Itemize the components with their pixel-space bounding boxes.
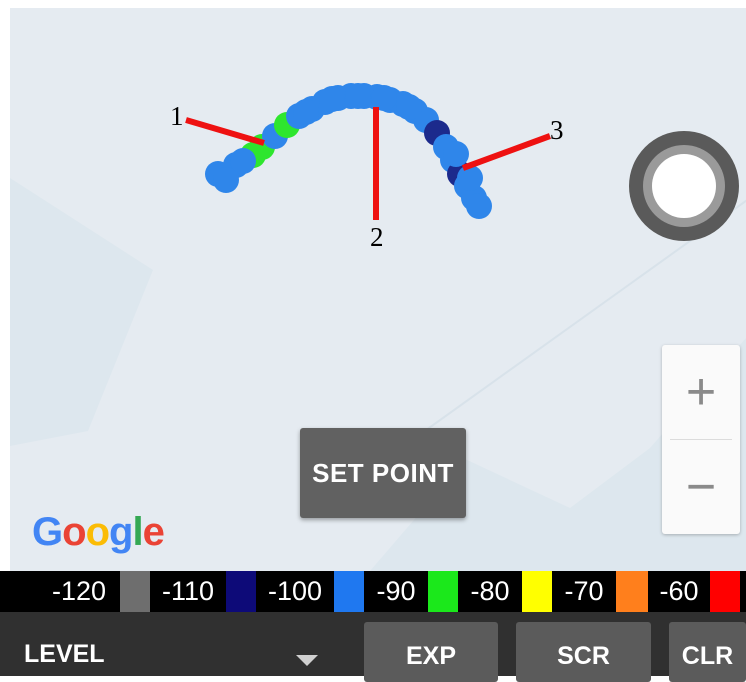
level-dropdown[interactable]: LEVEL [0,612,345,676]
legend-label-100: -100 [267,576,323,606]
track-point [443,141,469,167]
legend-swatch-60 [710,571,740,612]
annotation-label-2: 2 [370,222,384,252]
legend-label-70: -70 [564,576,604,606]
track-point [293,99,319,125]
track-point [457,165,483,191]
legend-label-120: -120 [51,576,107,606]
legend-swatch-100 [334,571,364,612]
exp-button[interactable]: EXP [364,622,498,682]
signal-legend: -120 -110 -100 -90 -80 -70 -60 [0,571,746,612]
google-logo-letter: g [109,510,133,554]
legend-label-80: -80 [470,576,510,606]
google-logo-letter: e [142,510,165,554]
set-point-button[interactable]: SET POINT [300,428,466,518]
track-point [319,86,345,112]
legend-swatch-90 [428,571,458,612]
legend-label-90: -90 [376,576,416,606]
legend-swatch-80 [522,571,552,612]
scr-button[interactable]: SCR [516,622,651,682]
location-marker[interactable] [629,131,739,241]
annotation-label-1: 1 [170,101,184,131]
bottom-toolbar: LEVEL EXP SCR CLR [0,612,746,682]
google-logo: Google [32,510,165,555]
google-logo-letter: o [62,510,86,554]
legend-label-110: -110 [161,576,215,606]
map-area-left [10,178,153,446]
location-marker-dot [652,154,716,218]
track-point [345,83,371,109]
track-point [396,94,422,120]
annotation-label-3: 3 [550,115,564,145]
google-logo-letter: G [32,510,63,554]
zoom-in-button[interactable]: + [662,345,740,439]
track-point [466,193,492,219]
legend-label-60: -60 [659,576,699,606]
track-point [230,148,256,174]
clr-button[interactable]: CLR [669,622,746,682]
legend-swatch-70 [616,571,648,612]
google-logo-letter: l [132,510,143,554]
track-point [371,85,397,111]
zoom-controls: + − [662,345,740,534]
dropdown-arrow-icon [296,655,318,666]
zoom-out-button[interactable]: − [662,440,740,534]
level-dropdown-label: LEVEL [24,640,105,668]
signal-track [205,83,492,219]
google-logo-letter: o [85,510,110,554]
legend-swatch-110 [226,571,256,612]
legend-swatch-120 [120,571,150,612]
